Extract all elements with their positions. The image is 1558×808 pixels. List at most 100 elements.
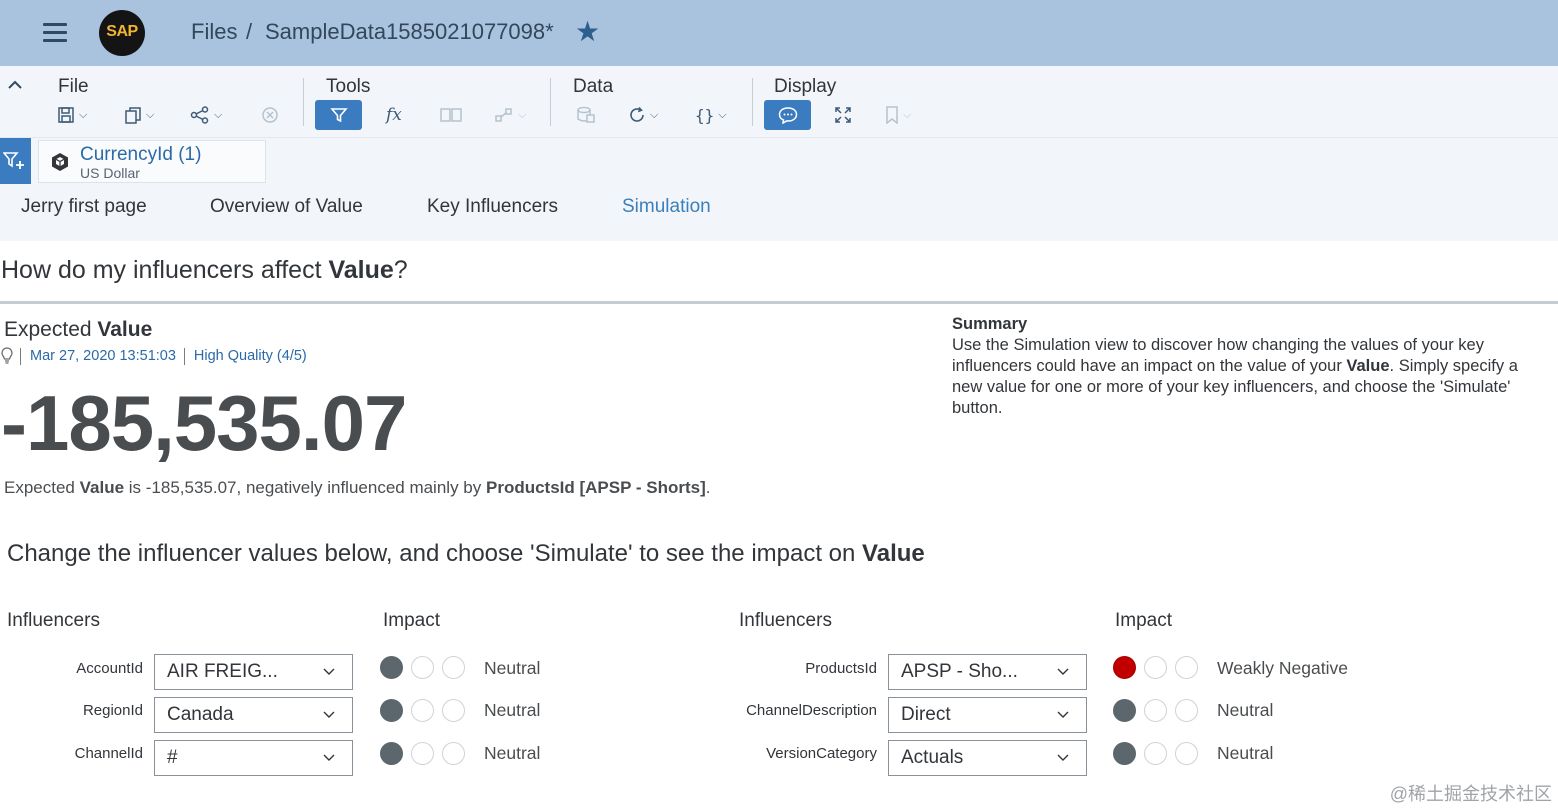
impact-dot-neutral[interactable] (380, 656, 403, 679)
impact-label: Neutral (484, 743, 541, 763)
database-icon (577, 106, 595, 123)
chevron-down-icon (323, 711, 335, 718)
favorite-star-icon[interactable]: ★ (575, 15, 600, 48)
quality-link[interactable]: High Quality (4/5) (194, 348, 307, 364)
impact-dot[interactable] (1144, 742, 1167, 765)
impact-dot-neutral[interactable] (380, 699, 403, 722)
add-filter-icon (3, 152, 24, 169)
toolbar-separator (550, 78, 551, 126)
comments-button[interactable] (764, 100, 811, 130)
chevron-down-icon (1057, 668, 1069, 675)
select-value: Canada (167, 704, 234, 725)
impact-dot[interactable] (442, 699, 465, 722)
influencer-label-accountid: AccountId (76, 660, 143, 677)
impact-indicator (380, 699, 465, 723)
impact-label: Neutral (1217, 743, 1274, 763)
impact-indicator (1113, 742, 1198, 766)
toolbar-group-display: Display (774, 76, 837, 97)
refresh-button[interactable]: ⌵ (628, 100, 658, 130)
chevron-down-icon: ⌵ (79, 108, 88, 121)
chevron-down-icon: ⌵ (903, 108, 912, 121)
select-value: APSP - Sho... (901, 661, 1018, 682)
productsid-select[interactable]: APSP - Sho... (888, 654, 1087, 690)
data-source-button (576, 100, 596, 130)
collapse-toolbar-icon[interactable] (6, 76, 24, 94)
impact-label: Weakly Negative (1217, 658, 1348, 678)
fullscreen-button[interactable] (834, 100, 852, 130)
chevron-down-icon: ⌵ (718, 108, 727, 121)
currency-filter-token[interactable]: CurrencyId (1) US Dollar (38, 140, 266, 183)
impact-dot[interactable] (1144, 656, 1167, 679)
change-prefix: Change the influencer values below, and … (7, 540, 863, 567)
impact-label: Neutral (484, 658, 541, 678)
linked-analysis-button: ⌵ (494, 100, 526, 130)
chevron-down-icon: ⌵ (650, 108, 659, 121)
page-tabs: Jerry first page Overview of Value Key I… (0, 186, 1558, 241)
regionid-select[interactable]: Canada (154, 697, 353, 733)
impact-dot-negative[interactable] (1113, 656, 1136, 679)
impact-dot-neutral[interactable] (1113, 699, 1136, 722)
impact-dot[interactable] (442, 656, 465, 679)
toolbar-separator (752, 78, 753, 126)
influencers-header: Influencers (7, 610, 100, 631)
tab-jerry-first-page[interactable]: Jerry first page (21, 196, 147, 218)
tab-overview-of-value[interactable]: Overview of Value (210, 196, 363, 218)
toolbar-separator (303, 78, 304, 126)
impact-dot[interactable] (411, 656, 434, 679)
impact-dot[interactable] (1175, 742, 1198, 765)
divider (0, 301, 1558, 304)
expected-title-measure: Value (97, 318, 153, 341)
channeldescription-select[interactable]: Direct (888, 697, 1087, 733)
model-date-link[interactable]: Mar 27, 2020 13:51:03 (30, 348, 176, 364)
title-prefix: How do my influencers affect (1, 256, 329, 284)
save-button[interactable]: ⌵ (57, 100, 87, 130)
script-button[interactable]: {} ⌵ (695, 100, 727, 130)
tab-key-influencers[interactable]: Key Influencers (427, 196, 558, 218)
impact-indicator (380, 656, 465, 680)
impact-dot-neutral[interactable] (1113, 742, 1136, 765)
history-icon (262, 107, 278, 123)
expected-number: -185,535.07 (1, 379, 407, 467)
impact-dot[interactable] (411, 699, 434, 722)
sap-logo[interactable]: SAP (99, 10, 145, 56)
summary-measure: Value (1346, 357, 1390, 375)
watermark: @稀土掘金技术社区 (1389, 784, 1552, 804)
versioncategory-select[interactable]: Actuals (888, 740, 1087, 776)
title-measure: Value (328, 256, 394, 284)
expected-description: Expected Value is -185,535.07, negativel… (4, 478, 710, 498)
add-filter-button[interactable] (0, 138, 31, 184)
copy-button[interactable]: ⌵ (124, 100, 154, 130)
impact-dot-neutral[interactable] (380, 742, 403, 765)
breadcrumb-separator: / (246, 19, 253, 44)
formula-button[interactable]: fx (386, 100, 402, 130)
expected-title-prefix: Expected (4, 318, 98, 341)
breadcrumb-files[interactable]: Files (191, 19, 237, 45)
change-instructions: Change the influencer values below, and … (7, 540, 925, 568)
share-button[interactable]: ⌵ (190, 100, 222, 130)
impact-dot[interactable] (1175, 656, 1198, 679)
summary-text: Use the Simulation view to discover how … (952, 335, 1542, 419)
toolbar: File ⌵ ⌵ ⌵ Tools fx ⌵ Data ⌵ {} ⌵ Displa… (0, 66, 1558, 138)
fullscreen-icon (835, 107, 851, 123)
change-measure: Value (862, 540, 925, 567)
impact-indicator (1113, 699, 1198, 723)
channelid-select[interactable]: # (154, 740, 353, 776)
tab-simulation[interactable]: Simulation (622, 196, 711, 218)
menu-icon[interactable] (40, 20, 70, 44)
filter-value: US Dollar (80, 165, 140, 181)
influencer-label-productsid: ProductsId (805, 660, 877, 677)
accountid-select[interactable]: AIR FREIG... (154, 654, 353, 690)
impact-dot[interactable] (1144, 699, 1167, 722)
impact-dot[interactable] (442, 742, 465, 765)
input-control-button (440, 100, 462, 130)
meta-separator (20, 347, 21, 365)
logo-text: SAP (106, 23, 138, 40)
desc-part: is -185,535.07, negatively influenced ma… (124, 478, 486, 497)
toolbar-group-tools: Tools (326, 76, 371, 97)
refresh-icon (630, 106, 644, 122)
chevron-down-icon: ⌵ (214, 108, 223, 121)
filter-button[interactable] (315, 100, 362, 130)
impact-dot[interactable] (1175, 699, 1198, 722)
comment-icon (778, 107, 797, 124)
impact-dot[interactable] (411, 742, 434, 765)
